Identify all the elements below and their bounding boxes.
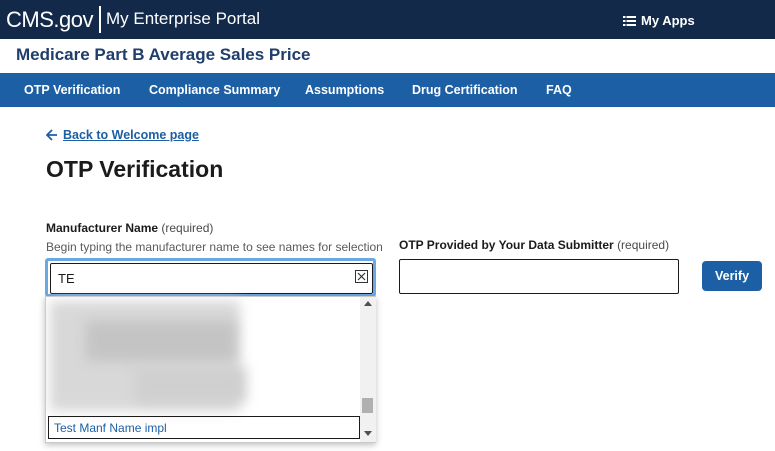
my-apps-label: My Apps bbox=[641, 13, 695, 28]
scroll-down-icon[interactable] bbox=[364, 431, 372, 436]
clear-input-button[interactable] bbox=[355, 270, 368, 283]
manufacturer-focus-ring bbox=[45, 258, 376, 297]
app-title: Medicare Part B Average Sales Price bbox=[16, 45, 311, 64]
scroll-up-icon[interactable] bbox=[364, 301, 372, 306]
cms-logo[interactable]: CMS.gov bbox=[6, 7, 93, 33]
nav-faq[interactable]: FAQ bbox=[546, 83, 572, 97]
otp-input[interactable] bbox=[399, 259, 679, 294]
close-icon bbox=[357, 272, 366, 281]
logo-divider bbox=[99, 6, 101, 33]
scroll-thumb[interactable] bbox=[362, 398, 373, 413]
manufacturer-label-text: Manufacturer Name bbox=[46, 221, 159, 235]
arrow-left-icon bbox=[46, 129, 57, 141]
nav-compliance-summary[interactable]: Compliance Summary bbox=[149, 83, 280, 97]
my-apps-button[interactable]: My Apps bbox=[623, 13, 695, 28]
manufacturer-label: Manufacturer Name (required) bbox=[46, 221, 213, 235]
dropdown-scrollbar[interactable] bbox=[360, 297, 376, 442]
manufacturer-input[interactable] bbox=[50, 263, 373, 294]
redacted-options bbox=[136, 367, 246, 402]
otp-label: OTP Provided by Your Data Submitter (req… bbox=[399, 238, 669, 252]
nav-assumptions[interactable]: Assumptions bbox=[305, 83, 384, 97]
manufacturer-hint: Begin typing the manufacturer name to se… bbox=[46, 240, 383, 254]
nav-otp-verification[interactable]: OTP Verification bbox=[24, 83, 120, 97]
verify-button[interactable]: Verify bbox=[702, 261, 762, 291]
nav-drug-certification[interactable]: Drug Certification bbox=[412, 83, 518, 97]
required-indicator: (required) bbox=[617, 238, 670, 252]
page-title: OTP Verification bbox=[46, 156, 224, 182]
otp-label-text: OTP Provided by Your Data Submitter bbox=[399, 238, 614, 252]
list-icon bbox=[623, 15, 636, 26]
back-link-label[interactable]: Back to Welcome page bbox=[63, 128, 199, 142]
required-indicator: (required) bbox=[161, 221, 214, 235]
manufacturer-dropdown: Test Manf Name impl bbox=[45, 296, 376, 443]
portal-name: My Enterprise Portal bbox=[106, 9, 260, 28]
redacted-options bbox=[86, 321, 236, 361]
dropdown-option[interactable]: Test Manf Name impl bbox=[48, 416, 360, 439]
back-link[interactable]: Back to Welcome page bbox=[46, 128, 199, 142]
site-header: CMS.gov My Enterprise Portal My Apps bbox=[0, 0, 775, 39]
